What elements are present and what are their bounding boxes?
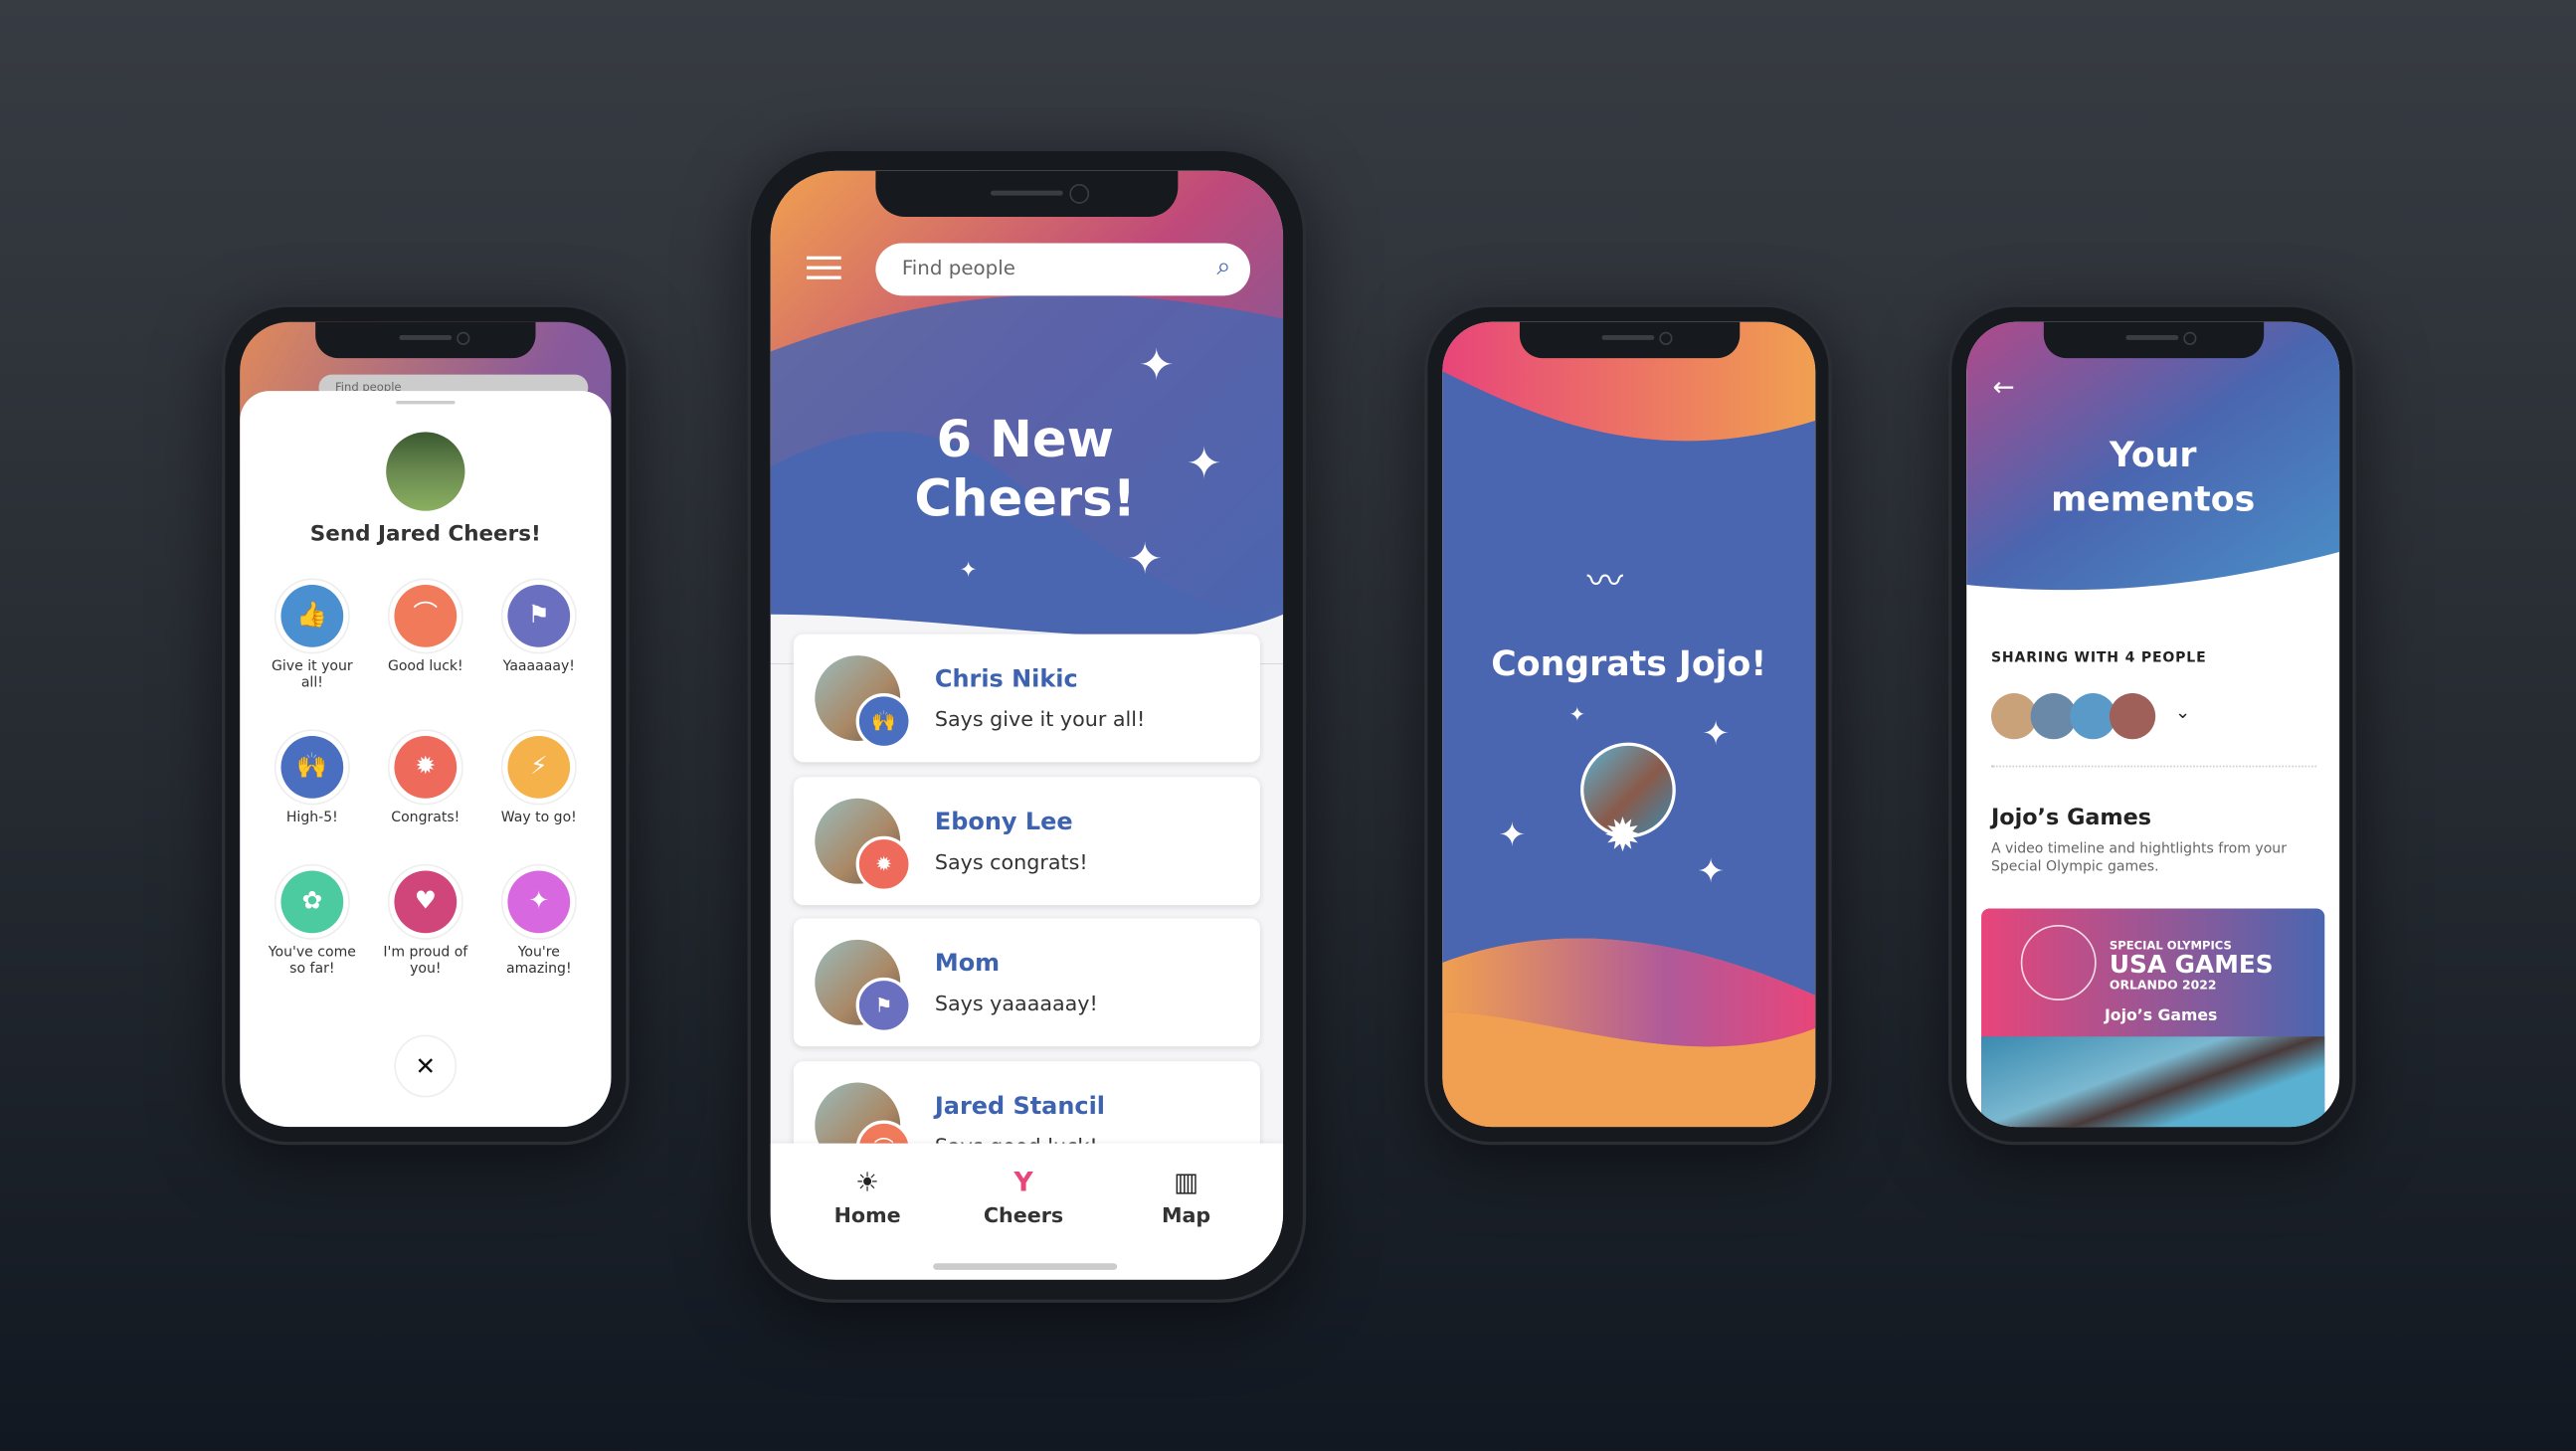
cheer-label: High-5!	[285, 810, 338, 826]
cheer-message: Says yaaaaaay!	[934, 991, 1098, 1015]
close-button[interactable]: ✕	[394, 1034, 458, 1098]
cheer-label: Yaaaaaay!	[502, 658, 575, 675]
cheer-option[interactable]: ♥ I'm proud of you!	[373, 863, 478, 979]
tab-map[interactable]: ▥ Map	[1129, 1167, 1244, 1227]
games-video-card[interactable]: SPECIAL OLYMPICS USA GAMES ORLANDO 2022 …	[1981, 908, 2325, 1128]
cheer-option[interactable]: ✿ You've come so far!	[260, 863, 365, 979]
sparkles-icon: ✦	[507, 870, 571, 934]
sparkle-icon: ✦	[1697, 850, 1726, 891]
divider	[1990, 765, 2317, 768]
headline: 6 New Cheers!	[914, 410, 1137, 529]
back-button[interactable]: ←	[1993, 371, 2015, 402]
swimmer-icon: 〰	[1586, 561, 1624, 604]
swimmer-photo	[1981, 1036, 2325, 1128]
award-icon: ✹	[1603, 808, 1642, 863]
cheer-option[interactable]: ✦ You're amazing!	[486, 863, 592, 979]
shared-avatars[interactable]: ⌄	[1990, 693, 2221, 740]
cheer-label: Give it your all!	[272, 658, 353, 692]
sharing-label: SHARING WITH 4 PEOPLE	[1990, 650, 2207, 667]
cheer-option[interactable]: ✹ Congrats!	[373, 729, 478, 827]
menu-icon[interactable]	[807, 256, 841, 279]
cheer-label: I'm proud of you!	[383, 944, 468, 978]
tab-label: Home	[833, 1202, 901, 1227]
cheer-card[interactable]: 🙌 Chris Nikic Says give it your all!	[793, 634, 1260, 763]
cheer-message: Says congrats!	[934, 848, 1088, 873]
sender-name: Chris Nikic	[934, 666, 1078, 694]
congrats-title: Congrats Jojo!	[1491, 643, 1767, 684]
bottom-nav: ☀ Home Y Cheers ▥ Map	[770, 1143, 1284, 1280]
close-icon: ✕	[415, 1051, 437, 1081]
search-icon[interactable]: ⌕	[1216, 252, 1230, 281]
high-five-icon: 🙌	[280, 736, 344, 799]
sparkle-icon: ✦	[1498, 815, 1527, 854]
award-icon: ✹	[394, 736, 458, 799]
congrats-background	[1442, 321, 1816, 1128]
sender-name: Ebony Lee	[934, 809, 1073, 835]
cheer-label: You've come so far!	[268, 944, 356, 978]
home-indicator	[933, 1263, 1118, 1270]
search-input[interactable]: Find people ⌕	[875, 243, 1251, 296]
sparkle-icon: ✦	[959, 558, 978, 584]
rainbow-icon: ⌒	[394, 585, 458, 647]
award-icon: ✹	[855, 834, 912, 892]
sparkle-icon: ✦	[1186, 440, 1222, 490]
cheer-card[interactable]: ⚑ Mom Says yaaaaaay!	[793, 918, 1260, 1047]
sun-icon: ☀	[855, 1166, 879, 1198]
cheer-option[interactable]: ⚑ Yaaaaaay!	[486, 578, 592, 676]
special-olympics-logo	[2020, 924, 2097, 1000]
thumbs-up-icon: 👍	[280, 585, 344, 647]
cheer-option[interactable]: ⚡ Way to go!	[486, 729, 592, 827]
sender-name: Jared Stancil	[934, 1093, 1106, 1120]
cheer-message: Says give it your all!	[934, 706, 1146, 732]
cheers-icon: Y	[1013, 1166, 1033, 1198]
cheer-card[interactable]: ✹ Ebony Lee Says congrats!	[793, 776, 1260, 905]
sparkle-icon: ✦	[1568, 702, 1586, 727]
avatar	[2109, 693, 2156, 740]
section-description: A video timeline and hightlights from yo…	[1990, 840, 2287, 875]
cheer-label: You're amazing!	[505, 944, 572, 978]
avatar	[386, 432, 465, 511]
banner-subtitle: Jojo’s Games	[2104, 1006, 2218, 1025]
section-title: Jojo’s Games	[1990, 805, 2152, 831]
map-icon: ▥	[1174, 1166, 1199, 1198]
tab-cheers[interactable]: Y Cheers	[966, 1167, 1081, 1227]
phone-cheers-feed: Find people ⌕ 6 New Cheers! ✦ ✦ ✦ ✦ 🙌 Chris…	[747, 147, 1307, 1303]
lightning-icon: ⚡	[507, 736, 571, 799]
banner-text: SPECIAL OLYMPICS USA GAMES ORLANDO 2022	[2109, 939, 2274, 993]
sheet-title: Send Jared Cheers!	[309, 522, 541, 548]
tab-label: Cheers	[983, 1202, 1064, 1227]
sparkle-icon: ✦	[1138, 341, 1175, 392]
stage: Find people Send Jared Cheers! 👍 Give it …	[0, 0, 2576, 1451]
search-placeholder: Find people	[901, 256, 1015, 279]
page-title: Your mementos	[2051, 435, 2256, 519]
heart-icon: ♥	[394, 870, 458, 934]
tab-home[interactable]: ☀ Home	[810, 1167, 925, 1227]
flower-icon: ✿	[280, 870, 344, 934]
high-five-icon: 🙌	[855, 693, 912, 750]
sender-name: Mom	[934, 951, 1001, 978]
chevron-down-icon[interactable]: ⌄	[2175, 701, 2190, 722]
phone-congrats: 〰 Congrats Jojo! ✹ ✦ ✦ ✦ ✦	[1424, 303, 1832, 1146]
cheer-option[interactable]: 👍 Give it your all!	[260, 578, 365, 692]
cheer-option[interactable]: ⌒ Good luck!	[373, 578, 478, 676]
phone-send-cheers: Find people Send Jared Cheers! 👍 Give it …	[221, 303, 630, 1146]
drag-handle[interactable]	[396, 401, 456, 405]
sparkle-icon: ✦	[1702, 712, 1730, 753]
tab-label: Map	[1161, 1202, 1211, 1227]
cheer-label: Good luck!	[387, 658, 463, 675]
phone-mementos: ← Your mementos SHARING WITH 4 PEOPLE ⌄ J…	[1948, 303, 2356, 1146]
sparkle-icon: ✦	[1127, 535, 1164, 586]
flag-icon: ⚑	[507, 585, 571, 647]
flag-icon: ⚑	[855, 977, 912, 1033]
cheer-option[interactable]: 🙌 High-5!	[260, 729, 365, 827]
sheet: Send Jared Cheers! 👍 Give it your all! ⌒ Go…	[240, 391, 612, 1128]
cheer-label: Way to go!	[500, 810, 577, 826]
cheer-label: Congrats!	[391, 810, 460, 826]
